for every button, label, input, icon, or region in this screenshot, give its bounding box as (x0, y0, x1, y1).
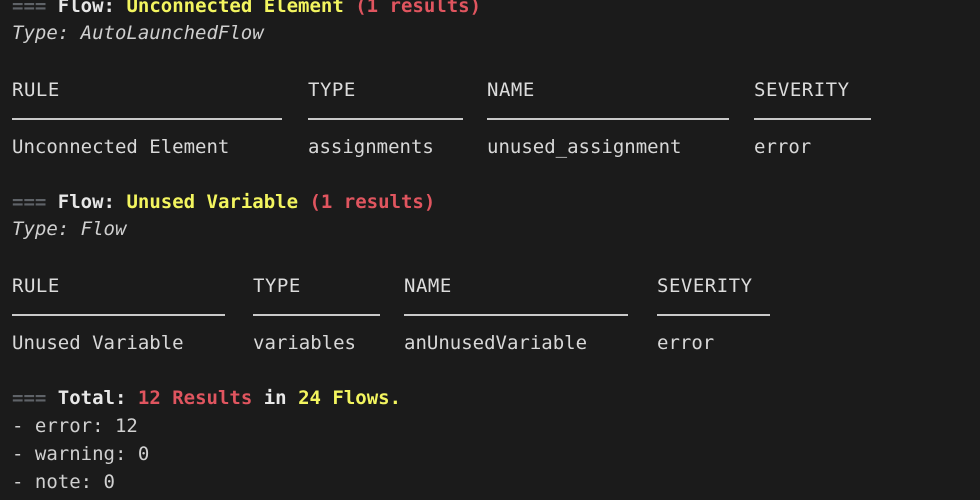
header-rule-underline-type (253, 314, 380, 316)
total-label: Total: (57, 387, 127, 409)
total-results: 12 Results (137, 387, 253, 409)
section-rule-2: Unused Variable (126, 191, 299, 213)
section-label-2: Flow: (57, 191, 115, 213)
column-header-rule: RULE (12, 79, 60, 101)
section-prefix-1: === (12, 0, 47, 17)
table-header-row: RULE TYPE NAME SEVERITY (0, 76, 980, 105)
header-rule-underline-type (308, 118, 463, 120)
cell-name: unused_assignment (487, 136, 682, 158)
section-type-value-2: Flow (80, 218, 127, 240)
header-rule-underline-severity (754, 118, 871, 120)
results-table-1: RULE TYPE NAME SEVERITY Unconnected Elem… (0, 76, 980, 162)
column-header-name: NAME (487, 79, 535, 101)
section-type-label-1: Type: (12, 22, 70, 44)
column-header-type: TYPE (308, 79, 356, 101)
table-row: Unused Variable variables anUnusedVariab… (0, 329, 980, 358)
section-label-1: Flow: (57, 0, 115, 17)
header-rule-underline-name (404, 314, 628, 316)
table-header-separator (0, 105, 980, 133)
cell-severity: error (754, 136, 812, 158)
header-rule-underline-name (487, 118, 729, 120)
header-rule-underline-rule (12, 118, 282, 120)
section-rule-1: Unconnected Element (126, 0, 344, 17)
column-header-name: NAME (404, 275, 452, 297)
cell-rule: Unused Variable (12, 332, 184, 354)
section-heading-1: === Flow: Unconnected Element (1 results… (12, 0, 481, 21)
header-rule-underline-rule (12, 314, 225, 316)
cell-type: assignments (308, 136, 434, 158)
section-type-1: Type: AutoLaunchedFlow (12, 19, 264, 48)
cell-severity: error (657, 332, 715, 354)
cell-type: variables (253, 332, 356, 354)
column-header-severity: SEVERITY (754, 79, 850, 101)
header-rule-underline-severity (657, 314, 770, 316)
results-table-2: RULE TYPE NAME SEVERITY Unused Variable … (0, 272, 980, 358)
table-header-separator (0, 301, 980, 329)
section-heading-2: === Flow: Unused Variable (1 results) (12, 188, 435, 217)
column-header-type: TYPE (253, 275, 301, 297)
cell-name: anUnusedVariable (404, 332, 588, 354)
table-header-row: RULE TYPE NAME SEVERITY (0, 272, 980, 301)
tally-note: - note: 0 (12, 471, 115, 493)
section-count-1: (1 results) (355, 0, 482, 17)
section-count-2: (1 results) (309, 191, 436, 213)
total-joiner: in (263, 387, 287, 409)
section-type-value-1: AutoLaunchedFlow (80, 22, 264, 44)
cell-rule: Unconnected Element (12, 136, 230, 158)
tally-warning: - warning: 0 (12, 443, 150, 465)
section-prefix-2: === (12, 191, 47, 213)
table-row: Unconnected Element assignments unused_a… (0, 133, 980, 162)
column-header-severity: SEVERITY (657, 275, 753, 297)
column-header-rule: RULE (12, 275, 60, 297)
total-line: === Total: 12 Results in 24 Flows. (12, 384, 401, 413)
tally-error: - error: 12 (12, 415, 138, 437)
section-type-label-2: Type: (12, 218, 70, 240)
section-type-2: Type: Flow (12, 215, 126, 244)
total-flows: 24 Flows. (298, 387, 402, 409)
terminal-output: === Flow: Unconnected Element (1 results… (0, 0, 980, 500)
total-prefix: === (12, 387, 47, 409)
